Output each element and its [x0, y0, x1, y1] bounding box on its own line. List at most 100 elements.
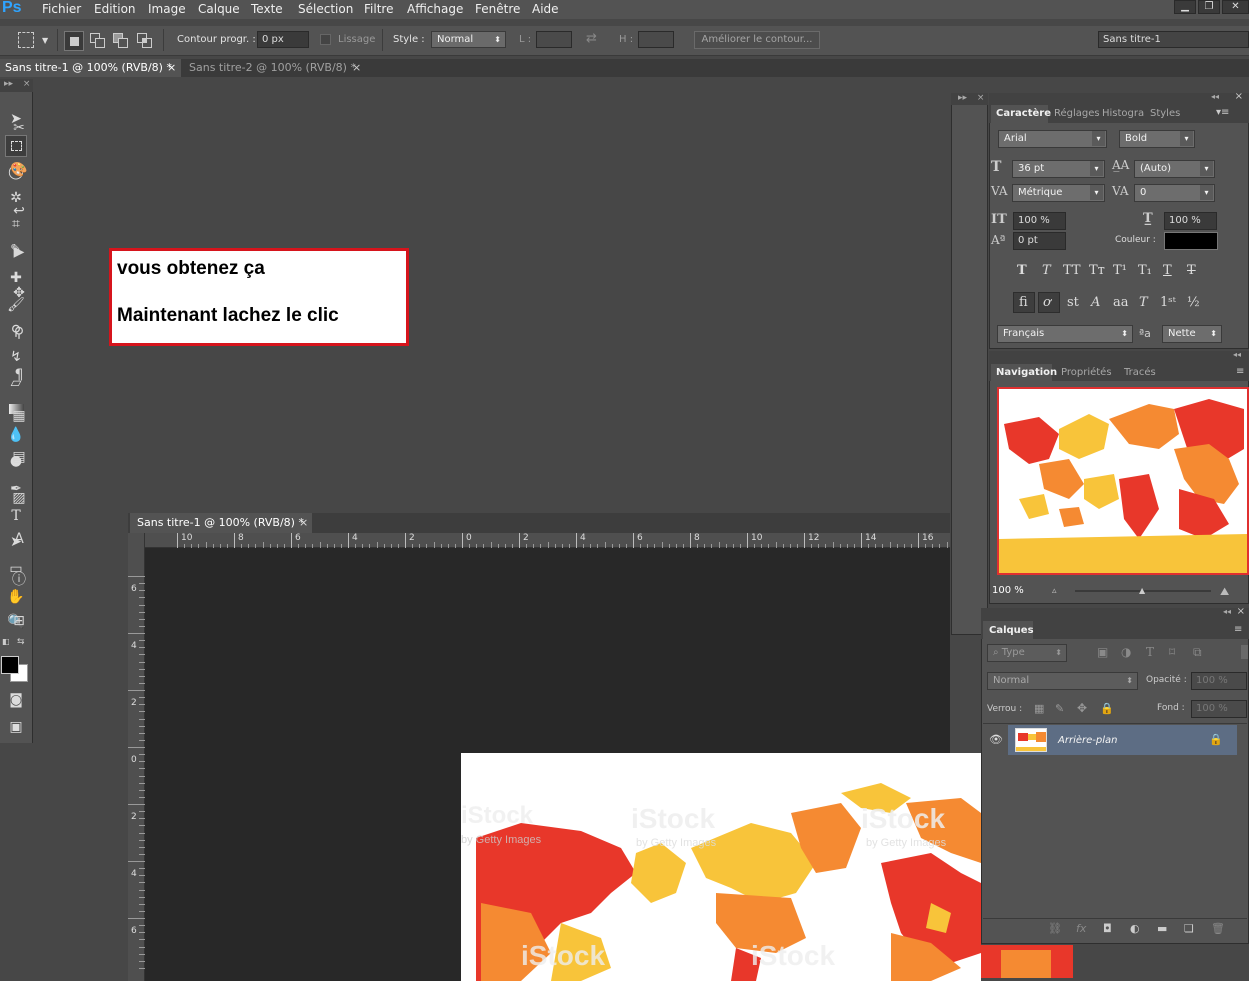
- info-panel-icon[interactable]: ⓘ: [9, 570, 29, 590]
- leading-select[interactable]: (Auto) ▾: [1134, 160, 1215, 178]
- lock-transparent-icon[interactable]: ▦: [1034, 702, 1044, 715]
- font-family-select[interactable]: Arial ▾: [998, 130, 1107, 148]
- tab-sans-titre-2[interactable]: Sans titre-2 @ 100% (RVB/8) * ×: [184, 59, 366, 77]
- panel-menu-icon[interactable]: ▾≡: [1216, 107, 1229, 118]
- brushes-panel-icon[interactable]: ✥: [9, 283, 29, 303]
- smart-object-filter-icon[interactable]: ⧉: [1193, 645, 1202, 660]
- rect-marquee-tool-icon[interactable]: [5, 135, 27, 157]
- tab-histogramme[interactable]: Histogra: [1102, 108, 1144, 119]
- link-layers-icon[interactable]: ⛓: [1048, 922, 1062, 935]
- zoom-slider-thumb[interactable]: ▲: [1139, 586, 1145, 595]
- navigator-preview[interactable]: [997, 387, 1249, 575]
- paragraph-panel-icon[interactable]: ¶: [9, 365, 29, 385]
- discretionary-ligature-icon[interactable]: st: [1067, 295, 1079, 310]
- tab-navigation[interactable]: Navigation: [996, 367, 1057, 378]
- marquee-preset-icon[interactable]: [18, 32, 34, 48]
- fractions-icon[interactable]: ½: [1187, 295, 1200, 310]
- tab-sans-titre-1[interactable]: Sans titre-1 @ 100% (RVB/8) * ×: [0, 59, 181, 77]
- zoom-out-icon[interactable]: ▵: [1052, 586, 1057, 596]
- collapse-icon[interactable]: ◂◂: [1233, 350, 1241, 359]
- lock-all-icon[interactable]: 🔒: [1100, 702, 1114, 715]
- visibility-eye-icon[interactable]: 👁: [989, 733, 1003, 746]
- clone-source-panel-icon[interactable]: ⚲: [9, 323, 29, 343]
- delete-layer-icon[interactable]: 🗑: [1211, 922, 1225, 935]
- refine-edge-button[interactable]: Améliorer le contour...: [694, 31, 820, 49]
- close-icon[interactable]: ×: [299, 516, 308, 529]
- collapse-icon[interactable]: ◂◂: [1223, 607, 1231, 616]
- stylistic-alternates-icon[interactable]: aa: [1113, 295, 1129, 310]
- layer-comps-panel-icon[interactable]: ▨: [9, 488, 29, 508]
- subscript-icon[interactable]: T₁: [1138, 263, 1152, 278]
- blur-tool-icon[interactable]: 💧: [5, 424, 27, 446]
- lissage-checkbox[interactable]: [320, 34, 331, 45]
- strikethrough-icon[interactable]: T: [1187, 263, 1196, 278]
- font-size-select[interactable]: 36 pt ▾: [1012, 160, 1105, 178]
- close-icon[interactable]: ×: [352, 59, 361, 77]
- width-input[interactable]: [536, 31, 572, 48]
- close-icon[interactable]: ×: [167, 59, 176, 77]
- menu-fenetre[interactable]: Fenêtre: [475, 2, 520, 16]
- fill-input[interactable]: 100 %: [1191, 700, 1247, 718]
- ordinals-icon[interactable]: 1ˢᵗ: [1160, 295, 1176, 310]
- icon-strip-header[interactable]: ▸▸ ×: [951, 93, 988, 105]
- toolbox-header[interactable]: ▸▸ ×: [0, 79, 33, 92]
- workspace-select[interactable]: Sans titre-1: [1098, 31, 1249, 48]
- faux-bold-icon[interactable]: T: [1017, 263, 1027, 278]
- intersect-selection-icon[interactable]: [137, 33, 153, 49]
- close-icon[interactable]: ✕: [1222, 0, 1249, 14]
- antialias-select[interactable]: Nette ⬍: [1162, 325, 1222, 343]
- menu-calque[interactable]: Calque: [198, 2, 240, 16]
- history-panel-icon[interactable]: ↩: [9, 201, 29, 221]
- menu-texte[interactable]: Texte: [251, 2, 283, 16]
- type-tool-icon[interactable]: T: [5, 505, 27, 527]
- character-styles-panel-icon[interactable]: A: [9, 529, 29, 549]
- close-icon[interactable]: ×: [1235, 91, 1243, 102]
- vertical-scale-input[interactable]: 100 %: [1013, 212, 1066, 230]
- font-style-select[interactable]: Bold ▾: [1119, 130, 1195, 148]
- horizontal-scale-input[interactable]: 100 %: [1164, 212, 1217, 230]
- tab-styles[interactable]: Styles: [1150, 108, 1180, 119]
- ligatures-icon[interactable]: fi: [1019, 295, 1028, 310]
- glyphs-panel-icon[interactable]: ▦: [9, 406, 29, 426]
- type-filter-icon[interactable]: T: [1146, 645, 1154, 659]
- tools-panel-icon[interactable]: ✂: [9, 118, 29, 138]
- layer-name[interactable]: Arrière-plan: [1058, 735, 1117, 746]
- zoom-value[interactable]: 100 %: [992, 585, 1024, 596]
- default-colors-icon[interactable]: ◧: [2, 637, 10, 646]
- menu-affichage[interactable]: Affichage: [407, 2, 463, 16]
- tracking-select[interactable]: 0 ▾: [1134, 184, 1215, 202]
- tab-calques[interactable]: Calques: [989, 625, 1034, 636]
- adjustment-filter-icon[interactable]: ◑: [1121, 645, 1131, 659]
- screen-mode-icon[interactable]: ▣: [5, 716, 27, 738]
- tab-proprietes[interactable]: Propriétés: [1061, 367, 1112, 378]
- menu-image[interactable]: Image: [148, 2, 186, 16]
- quick-mask-icon[interactable]: ◙: [5, 689, 27, 711]
- add-selection-icon[interactable]: [90, 33, 106, 49]
- chevron-down-icon[interactable]: ▼: [42, 36, 48, 45]
- adjustment-layer-icon[interactable]: ◐: [1130, 922, 1140, 935]
- superscript-icon[interactable]: T¹: [1113, 263, 1127, 278]
- tab-caractere[interactable]: Caractère: [996, 108, 1051, 119]
- close-icon[interactable]: ×: [1237, 606, 1245, 617]
- menu-filtre[interactable]: Filtre: [364, 2, 393, 16]
- layer-mask-icon[interactable]: ◘: [1103, 922, 1112, 935]
- text-color-swatch[interactable]: [1164, 232, 1218, 250]
- color-panel-icon[interactable]: 🎨: [9, 160, 29, 180]
- collapse-icon[interactable]: ◂◂: [1211, 92, 1219, 101]
- grid-panel-icon[interactable]: ⊞: [9, 611, 29, 631]
- menu-fichier[interactable]: Fichier: [42, 2, 81, 16]
- old-style-icon[interactable]: ơ: [1043, 295, 1051, 310]
- menu-selection[interactable]: Sélection: [298, 2, 353, 16]
- underline-icon[interactable]: T: [1163, 263, 1172, 278]
- floating-doc-tab[interactable]: Sans titre-1 @ 100% (RVB/8) * ×: [130, 513, 312, 533]
- tab-traces[interactable]: Tracés: [1124, 367, 1156, 378]
- subtract-selection-icon[interactable]: [113, 33, 129, 49]
- panel-menu-icon[interactable]: ≡: [1236, 366, 1244, 377]
- new-layer-icon[interactable]: ❏: [1184, 922, 1194, 935]
- layer-filter-select[interactable]: ⌕ Type ⬍: [987, 644, 1067, 662]
- style-select[interactable]: Normal ⬍: [431, 31, 506, 48]
- notes-panel-icon[interactable]: ▤: [9, 447, 29, 467]
- swash-icon[interactable]: A: [1091, 295, 1100, 310]
- tab-reglages[interactable]: Réglages: [1054, 108, 1100, 119]
- restore-icon[interactable]: ❐: [1198, 0, 1220, 14]
